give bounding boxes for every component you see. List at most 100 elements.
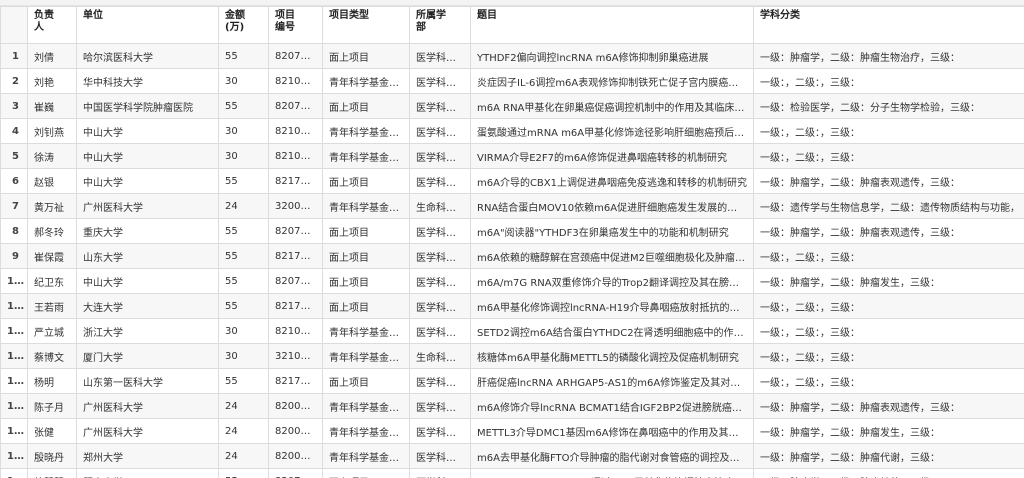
table-row[interactable]: 9 崔保霞 山东大学 55 82172940 面上项目 医学科学部 m6A依赖的糖醇解在宫颈癌… [0, 243, 1024, 269]
cell-fenlei: 一级：肿瘤学，二级：肿瘤发生，三级： [753, 418, 1024, 444]
cell-fuzeren: 刘倩 [27, 43, 77, 69]
cell-jine: 24 [218, 418, 269, 444]
column-header-leixing[interactable]: 项目类型 [322, 6, 410, 44]
cell-xuebu: 医学科学部 [409, 43, 471, 69]
cell-fuzeren: 殷晓丹 [27, 443, 77, 469]
cell-danwei: 中山大学 [76, 118, 219, 144]
cell-bianhao: 82173070 [268, 368, 323, 394]
cell-jine: 30 [218, 68, 269, 94]
table-row[interactable]: 7 黄万祉 广州医科大学 24 32000426 青年科学基金项目 生命科学部 RNA结合蛋白… [0, 193, 1024, 219]
cell-leixing: 面上项目 [322, 293, 410, 319]
cell-timu: m6A"阅读器"YTHDF3在卵巢癌发生中的功能和机制研究 [470, 218, 754, 244]
cell-fuzeren: 蔡博文 [27, 343, 77, 369]
cell-fuzeren: 崔保霞 [27, 243, 77, 269]
cell-bianhao: 32100455 [268, 343, 323, 369]
table-row[interactable]: 12 严立城 浙江大学 30 82103241 青年科学基金项目 医学科学部 SETD2调控m… [0, 318, 1024, 344]
table-row[interactable]: 17 殷晓丹 郑州大学 24 82002998 青年科学基金项目 医学科学部 m6A去甲基化酶… [0, 443, 1024, 469]
cell-fuzeren: 刘艳 [27, 68, 77, 94]
cell-timu: 蛋氨酸通过mRNA m6A甲基化修饰途径影响肝细胞癌预后及… [470, 118, 754, 144]
cell-fenlei: 一级：，二级：，三级： [753, 68, 1024, 94]
cell-fenlei: 一级：肿瘤学，二级：肿瘤生物治疗，三级： [753, 43, 1024, 69]
cell-danwei: 哈尔滨医科大学 [76, 43, 219, 69]
table-row[interactable]: 5 徐涛 中山大学 30 82102828 青年科学基金项目 医学科学部 VIRMA介导E2F… [0, 143, 1024, 169]
cell-fuzeren: 黄万祉 [27, 193, 77, 219]
cell-fuzeren: 张健 [27, 418, 77, 444]
cell-xuebu: 医学科学部 [409, 418, 471, 444]
table-row[interactable]: 10 纪卫东 中山大学 55 82073047 面上项目 医学科学部 m6A/m7G RNA双… [0, 268, 1024, 294]
table-row[interactable]: 11 王若雨 大连大学 55 82172822 面上项目 医学科学部 m6A甲基化修饰调控ln… [0, 293, 1024, 319]
column-header-label: 金额 [225, 10, 245, 21]
cell-bianhao: 82173273 [268, 168, 323, 194]
cell-leixing: 青年科学基金项目 [322, 143, 410, 169]
cell-xuebu: 医学科学部 [409, 443, 471, 469]
cell-timu: m6A依赖的糖醇解在宫颈癌中促进M2巨噬细胞极化及肿瘤进… [470, 243, 754, 269]
cell-fenlei: 一级：，二级：，三级： [753, 243, 1024, 269]
table-row[interactable]: 3 崔巍 中国医学科学院肿瘤医院 55 82072361 面上项目 医学科学部 m6A RNA… [0, 93, 1024, 119]
cell-leixing: 面上项目 [322, 468, 410, 478]
cell-leixing: 青年科学基金项目 [322, 343, 410, 369]
cell-leixing: 青年科学基金项目 [322, 118, 410, 144]
cell-bianhao: 32000426 [268, 193, 323, 219]
table-row[interactable]: 16 张健 广州医科大学 24 82003212 青年科学基金项目 医学科学部 METTL3介… [0, 418, 1024, 444]
table-row[interactable]: 4 刘钊燕 中山大学 30 82103825 青年科学基金项目 医学科学部 蛋氨酸通过mRNA… [0, 118, 1024, 144]
cell-danwei: 厦门大学 [76, 343, 219, 369]
cell-timu: SETD2调控m6A结合蛋白YTHDC2在肾透明细胞癌中的作用及… [470, 318, 754, 344]
cell-fenlei: 一级：肿瘤学，二级：肿瘤转移，三级： [753, 468, 1024, 478]
cell-fenlei: 一级：肿瘤学，二级：肿瘤代谢，三级： [753, 443, 1024, 469]
table-body: 1 刘倩 哈尔滨医科大学 55 82072867 面上项目 医学科学部 YTHDF2偏向调控l… [0, 43, 1024, 478]
table-row[interactable]: 13 蔡博文 厦门大学 30 32100455 青年科学基金项目 生命科学部 核糖体m6A甲基… [0, 343, 1024, 369]
cell-leixing: 青年科学基金项目 [322, 418, 410, 444]
data-viewer: 负责人单位 金额 (万) 项目 编号 项目类型 所属学部题目 学科分类 1 刘倩 哈尔滨医科大学 5… [0, 0, 1024, 478]
cell-jine: 24 [218, 393, 269, 419]
table-row[interactable]: 2 刘艳 华中科技大学 30 82103612 青年科学基金项目 医学科学部 炎症因子IL-6… [0, 68, 1024, 94]
row-number-header [0, 6, 28, 44]
row-number: 18 [0, 468, 28, 478]
row-number: 13 [0, 343, 28, 369]
column-header-danwei[interactable]: 单位 [76, 6, 219, 44]
table-row[interactable]: 14 杨明 山东第一医科大学 55 82173070 面上项目 医学科学部 肝癌促癌lncRN… [0, 368, 1024, 394]
column-header-label: 负责 [34, 10, 54, 21]
cell-bianhao: 82072867 [268, 43, 323, 69]
column-header-xuebu[interactable]: 所属学部 [409, 6, 471, 44]
table-row[interactable]: 15 陈子月 广州医科大学 24 82002677 青年科学基金项目 医学科学部 m6A修饰介… [0, 393, 1024, 419]
cell-bianhao: 82073129 [268, 218, 323, 244]
table-row[interactable]: 8 郝冬玲 重庆大学 55 82073129 面上项目 医学科学部 m6A"阅读器"YTHDF… [0, 218, 1024, 244]
cell-timu: 核糖体m6A甲基化酶METTL5的磷酸化调控及促癌机制研究 [470, 343, 754, 369]
row-number: 11 [0, 293, 28, 319]
column-header-fuzeren[interactable]: 负责人 [27, 6, 77, 44]
cell-fuzeren: 徐慧慧 [27, 468, 77, 478]
column-header-bianhao[interactable]: 项目 编号 [268, 6, 323, 44]
table-row[interactable]: 18徐慧慧暨南大学5582073196面上项目医学科学部LncRNA CTC-4… [0, 468, 1024, 478]
cell-leixing: 青年科学基金项目 [322, 443, 410, 469]
cell-fenlei: 一级：肿瘤学，二级：肿瘤表观遗传，三级： [753, 393, 1024, 419]
cell-xuebu: 医学科学部 [409, 143, 471, 169]
cell-fuzeren: 杨明 [27, 368, 77, 394]
cell-xuebu: 医学科学部 [409, 293, 471, 319]
cell-xuebu: 医学科学部 [409, 243, 471, 269]
table-row[interactable]: 1 刘倩 哈尔滨医科大学 55 82072867 面上项目 医学科学部 YTHDF2偏向调控l… [0, 43, 1024, 69]
cell-xuebu: 医学科学部 [409, 368, 471, 394]
column-header-timu[interactable]: 题目 [470, 6, 754, 44]
cell-danwei: 中山大学 [76, 268, 219, 294]
cell-fenlei: 一级：，二级：，三级： [753, 143, 1024, 169]
cell-jine: 55 [218, 368, 269, 394]
row-number: 4 [0, 118, 28, 144]
cell-leixing: 面上项目 [322, 43, 410, 69]
cell-fenlei: 一级：检验医学，二级：分子生物学检验，三级： [753, 93, 1024, 119]
cell-timu: 肝癌促癌lncRNA ARHGAP5-AS1的m6A修饰鉴定及其对CSDE… [470, 368, 754, 394]
cell-timu: m6A RNA甲基化在卵巢癌促癌调控机制中的作用及其临床应… [470, 93, 754, 119]
cell-xuebu: 医学科学部 [409, 393, 471, 419]
row-number: 3 [0, 93, 28, 119]
table-header-row: 负责人单位 金额 (万) 项目 编号 项目类型 所属学部题目 学科分类 [0, 6, 1024, 44]
cell-fuzeren: 刘钊燕 [27, 118, 77, 144]
table-row[interactable]: 6 赵银 中山大学 55 82173273 面上项目 医学科学部 m6A介导的CBX1上调促进… [0, 168, 1024, 194]
row-number: 14 [0, 368, 28, 394]
cell-bianhao: 82073047 [268, 268, 323, 294]
column-header-fenlei[interactable]: 学科分类 [753, 6, 1024, 44]
cell-danwei: 山东大学 [76, 243, 219, 269]
cell-fuzeren: 纪卫东 [27, 268, 77, 294]
column-header-label: 学科分类 [760, 10, 800, 21]
column-header-label: 编号 [275, 22, 295, 33]
cell-xuebu: 医学科学部 [409, 468, 471, 478]
column-header-jine[interactable]: 金额 (万) [218, 6, 269, 44]
